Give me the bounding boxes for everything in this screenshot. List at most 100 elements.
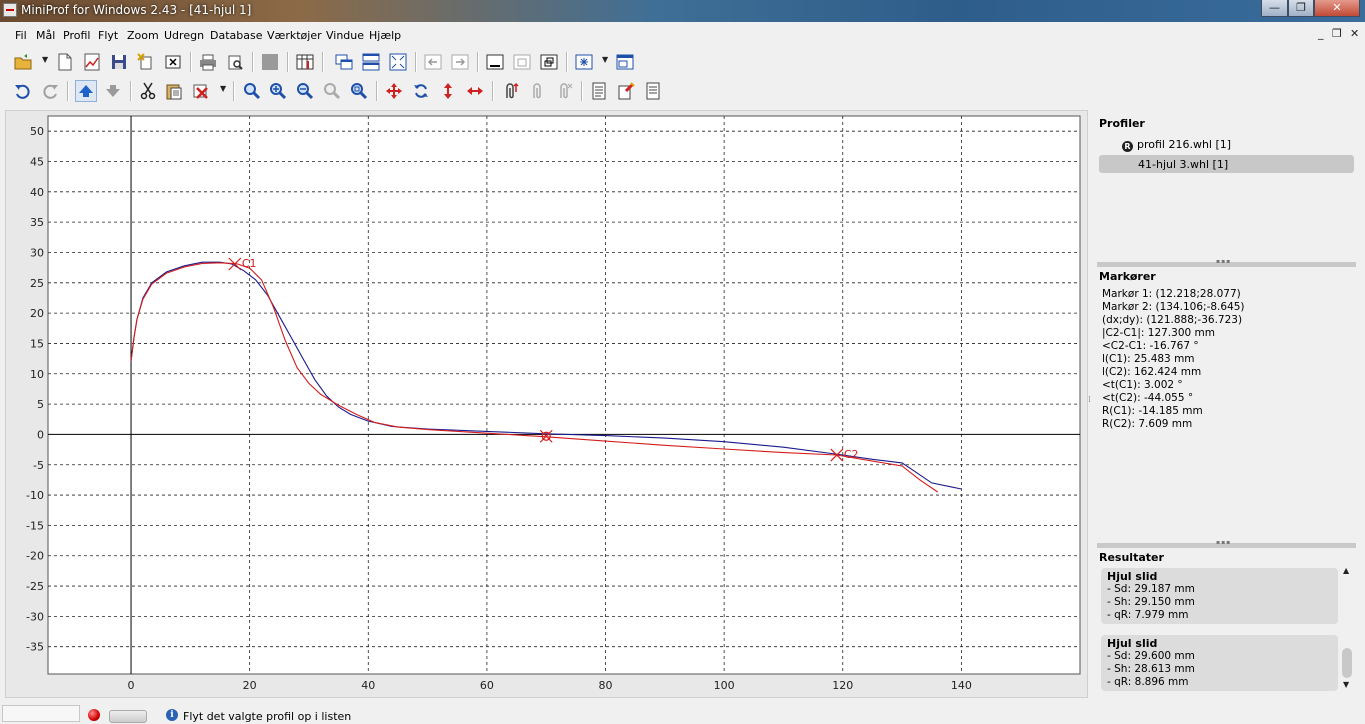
- length-c2-value: l(C2): 162.424 mm: [1102, 366, 1202, 378]
- profiles-splitter[interactable]: [1097, 258, 1356, 267]
- selected-profile-item[interactable]: 41-hjul 3.whl [1]: [1099, 155, 1354, 173]
- x-tick-label: 140: [951, 679, 972, 692]
- status-cell: [2, 705, 80, 722]
- reference-profile-label: profil 216.whl [1]: [1137, 138, 1232, 151]
- database-table-icon[interactable]: [294, 51, 316, 73]
- reference-profile-item[interactable]: Rprofil 216.whl [1]: [1122, 138, 1231, 152]
- new-profile-icon[interactable]: [81, 51, 103, 73]
- back-arrow-icon: [422, 51, 444, 73]
- redo-icon: [39, 80, 61, 102]
- undo-icon[interactable]: [12, 80, 34, 102]
- report-icon[interactable]: [588, 80, 610, 102]
- maximize-button[interactable]: ❐: [1288, 0, 1314, 17]
- y-tick-label: -25: [26, 580, 44, 593]
- results-title: Resultater: [1099, 551, 1164, 564]
- open-dropdown-icon[interactable]: ▼: [42, 55, 48, 64]
- scroll-up-icon[interactable]: ▲: [1343, 566, 1349, 575]
- result-qr: - qR: 8.896 mm: [1107, 676, 1189, 688]
- close-button[interactable]: ✕: [1314, 0, 1360, 17]
- selected-profile-label: 41-hjul 3.whl [1]: [1138, 158, 1229, 171]
- menu-flyt[interactable]: Flyt: [98, 29, 118, 42]
- detach-icon: [553, 80, 575, 102]
- marker-list: Markør 1: (12.218;28.077) Markør 2: (134…: [1102, 288, 1245, 431]
- markers-splitter[interactable]: [1097, 539, 1356, 548]
- y-tick-label: 20: [30, 307, 44, 320]
- cut-icon[interactable]: [137, 80, 159, 102]
- print-preview-icon[interactable]: [224, 51, 246, 73]
- x-tick-label: 20: [243, 679, 257, 692]
- status-bar: i Flyt det valgte profil op i listen: [0, 704, 1365, 724]
- mdi-close-button[interactable]: ✕: [1350, 27, 1359, 40]
- menu-maal[interactable]: Mål: [36, 29, 55, 42]
- zoom-out-icon[interactable]: [294, 80, 316, 102]
- window-minimize-icon[interactable]: [484, 51, 506, 73]
- x-tick-label: 80: [599, 679, 613, 692]
- close-file-icon[interactable]: [162, 51, 184, 73]
- side-panel: Profiler Rprofil 216.whl [1] 41-hjul 3.w…: [1093, 110, 1360, 698]
- markers-title: Markører: [1099, 270, 1156, 283]
- y-tick-label: -20: [26, 550, 44, 563]
- menu-database[interactable]: Database: [210, 29, 263, 42]
- result-card: Hjul slid - Sd: 29.187 mm - Sh: 29.150 m…: [1101, 568, 1338, 624]
- move-horizontal-icon[interactable]: [464, 80, 486, 102]
- reference-badge-icon: R: [1122, 141, 1133, 152]
- menu-vindue[interactable]: Vindue: [326, 29, 364, 42]
- menu-hjaelp[interactable]: Hjælp: [369, 29, 401, 42]
- x-tick-label: 0: [128, 679, 135, 692]
- x-tick-label: 120: [832, 679, 853, 692]
- menu-udregn[interactable]: Udregn: [164, 29, 204, 42]
- mdi-restore-button[interactable]: ❐: [1332, 27, 1342, 40]
- vertical-splitter[interactable]: ⁞: [1088, 395, 1091, 405]
- radius-c2-value: R(C2): 7.609 mm: [1102, 418, 1193, 430]
- y-tick-label: -10: [26, 489, 44, 502]
- delete-profile-icon[interactable]: [191, 80, 213, 102]
- open-folder-icon[interactable]: [12, 51, 34, 73]
- profiles-title: Profiler: [1099, 117, 1145, 130]
- scroll-thumb[interactable]: [1342, 648, 1352, 678]
- status-message: Flyt det valgte profil op i listen: [183, 710, 352, 723]
- move-up-icon[interactable]: [75, 80, 97, 102]
- window-restore-icon[interactable]: [538, 51, 560, 73]
- tangent-c2-value: <t(C2): -44.055 °: [1102, 392, 1194, 404]
- minimize-button[interactable]: —: [1261, 0, 1288, 17]
- result-sd: - Sd: 29.600 mm: [1107, 650, 1195, 662]
- menu-profil[interactable]: Profil: [63, 29, 90, 42]
- cascade-windows-icon[interactable]: [333, 51, 355, 73]
- menu-zoom[interactable]: Zoom: [127, 29, 159, 42]
- y-tick-label: 30: [30, 246, 44, 259]
- tangent-c1-value: <t(C1): 3.002 °: [1102, 379, 1183, 391]
- zoom-fit-icon[interactable]: [348, 80, 370, 102]
- window-layout-icon[interactable]: [614, 51, 636, 73]
- new-document-icon[interactable]: [54, 51, 76, 73]
- result-sh: - Sh: 29.150 mm: [1107, 596, 1195, 608]
- mdi-minimize-button[interactable]: _: [1318, 27, 1324, 40]
- save-icon[interactable]: [108, 51, 130, 73]
- edit-report-icon[interactable]: [615, 80, 637, 102]
- profile-plot[interactable]: 50454035302520151050-5-10-15-20-25-30-35…: [6, 111, 1089, 699]
- zoom-in-icon[interactable]: [267, 80, 289, 102]
- recording-indicator-icon: [88, 709, 100, 721]
- move-vertical-icon[interactable]: [437, 80, 459, 102]
- save-as-icon[interactable]: [135, 51, 157, 73]
- tile-horizontal-icon[interactable]: [360, 51, 382, 73]
- marker-star-icon[interactable]: [573, 51, 595, 73]
- menu-fil[interactable]: Fil: [15, 29, 27, 42]
- y-tick-label: 10: [30, 368, 44, 381]
- delete-dropdown-icon[interactable]: ▼: [220, 84, 226, 93]
- notes-icon[interactable]: [642, 80, 664, 102]
- move-all-icon[interactable]: [383, 80, 405, 102]
- dx-dy-value: (dx;dy): (121.888;-36.723): [1102, 314, 1243, 326]
- attach-up-icon[interactable]: [499, 80, 521, 102]
- fullscreen-icon[interactable]: [387, 51, 409, 73]
- paste-icon[interactable]: [163, 80, 185, 102]
- results-scrollbar[interactable]: ▲ ▼: [1340, 566, 1354, 696]
- menu-vaerktoejer[interactable]: Værktøjer: [267, 29, 322, 42]
- result-heading: Hjul slid: [1107, 570, 1158, 583]
- marker-dropdown-icon[interactable]: ▼: [602, 55, 608, 64]
- zoom-icon[interactable]: [241, 80, 263, 102]
- app-icon: [3, 3, 17, 17]
- print-icon[interactable]: [197, 51, 219, 73]
- rotate-icon[interactable]: [410, 80, 432, 102]
- marker-label: C1: [242, 257, 257, 270]
- scroll-down-icon[interactable]: ▼: [1343, 680, 1349, 689]
